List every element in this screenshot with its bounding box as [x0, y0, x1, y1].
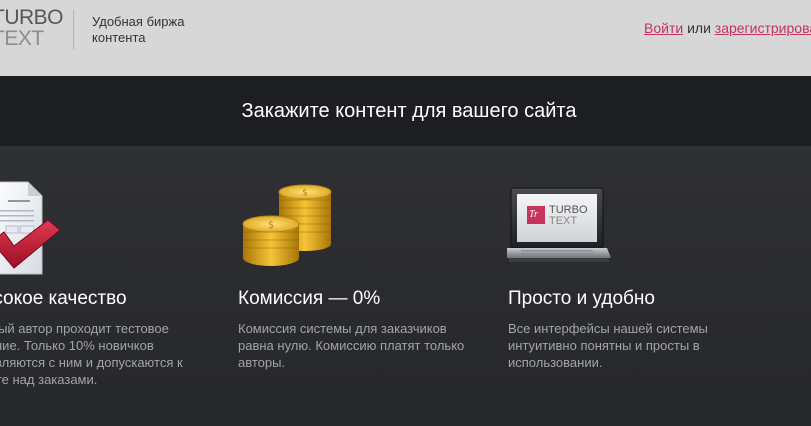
banner: Закажите контент для вашего сайта — [0, 76, 811, 146]
feature-title: Комиссия — 0% — [238, 288, 381, 309]
feature-text: Комиссия системы для заказчиков равна ну… — [238, 321, 465, 370]
svg-text:$: $ — [268, 220, 274, 231]
coins-icon: $ $ — [239, 180, 339, 285]
feature-text: Все интерфейсы нашей системы интуитивно … — [508, 321, 708, 370]
banner-title: Закажите контент для вашего сайта — [241, 100, 577, 122]
register-link[interactable]: зарегистрироваться — [715, 20, 811, 36]
or-text: или — [687, 20, 711, 36]
document-check-icon — [0, 180, 70, 281]
svg-text:$: $ — [302, 188, 308, 198]
laptop-icon: Tr TURBO TEXT — [503, 186, 611, 275]
laptop-logo-line2: TEXT — [549, 215, 578, 227]
laptop-badge: Tr — [529, 209, 538, 220]
tagline: Удобная биржа контента — [92, 14, 185, 45]
feature-text: Каждый автор проходит тестовое задание. … — [0, 321, 183, 387]
logo-divider — [73, 10, 74, 50]
auth-links: Войти или зарегистрироваться — [644, 20, 811, 36]
feature-title: Просто и удобно — [508, 288, 655, 309]
logo[interactable]: TURBO TEXT — [0, 6, 64, 50]
site-header: TURBO TEXT Удобная биржа контента Войти … — [0, 0, 811, 76]
login-link[interactable]: Войти — [644, 20, 683, 36]
feature-title: Высокое качество — [0, 288, 127, 309]
logo-line2: TEXT — [0, 27, 44, 50]
features-section: Высокое качество Каждый автор проходит т… — [0, 146, 811, 426]
logo-line1: TURBO — [0, 6, 64, 29]
laptop-screen-logo: Tr TURBO TEXT — [527, 205, 597, 227]
